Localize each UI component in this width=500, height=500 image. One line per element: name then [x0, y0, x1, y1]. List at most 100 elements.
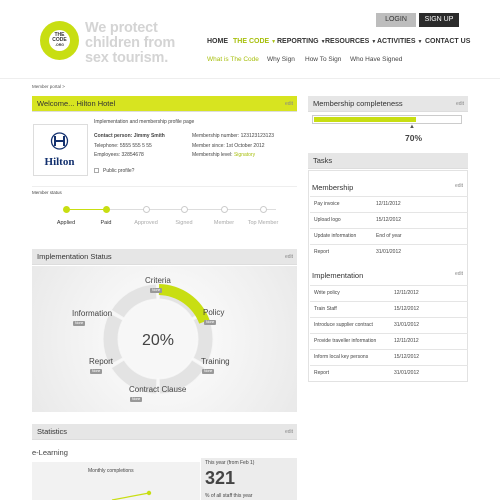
- nav-contact-us[interactable]: CONTACT US: [425, 38, 470, 45]
- status-track-progress: [66, 209, 106, 210]
- statistics-header: Statistics edit: [32, 424, 297, 440]
- status-step-label: Applied: [56, 220, 76, 226]
- welcome-title: Welcome... Hilton Hotel: [37, 99, 116, 108]
- completeness-bar-track: [312, 115, 462, 124]
- segment-status-badge: None: [90, 369, 103, 374]
- task-name: Write policy: [314, 290, 340, 296]
- segment-status-badge: None: [204, 320, 217, 325]
- segment-label: Training: [201, 357, 230, 366]
- welcome-edit-link[interactable]: edit: [285, 96, 293, 112]
- task-row[interactable]: Report 31/01/2012: [310, 244, 468, 259]
- statistics-title: Statistics: [37, 427, 68, 436]
- implementation-header: Implementation Status edit: [32, 249, 297, 265]
- segment-label: Contract Clause: [129, 385, 187, 394]
- monthly-chart: [111, 490, 152, 500]
- task-row[interactable]: Write policy 12/11/2012: [310, 285, 468, 300]
- hilton-logo: Hilton: [41, 131, 78, 168]
- status-step-dot: [142, 206, 150, 213]
- task-name: Update information: [314, 233, 357, 239]
- completeness-edit-link[interactable]: edit: [456, 96, 464, 112]
- completeness-header: Membership completeness edit: [308, 96, 468, 112]
- completeness-value: 70%: [405, 133, 423, 143]
- employees: Employees: 32854678: [94, 152, 144, 158]
- segment-status-badge: None: [150, 288, 163, 293]
- nav-the-code[interactable]: THE CODE ▼: [233, 38, 276, 45]
- task-name: Report: [314, 370, 330, 376]
- chevron-down-icon: ▼: [371, 39, 377, 45]
- task-due-date: 12/11/2012: [376, 201, 401, 207]
- task-name: Upload logo: [314, 217, 341, 223]
- task-name: Report: [314, 249, 330, 255]
- task-row[interactable]: Inform local key persons 15/12/2012: [310, 349, 468, 364]
- status-step-dot: [102, 206, 110, 213]
- membership-level-value: Signatory: [233, 152, 256, 158]
- segment-status-badge: None: [202, 369, 215, 374]
- nav-resources[interactable]: RESOURCES ▼: [325, 38, 376, 45]
- task-row[interactable]: Train Staff 15/12/2012: [310, 301, 468, 316]
- tasks-implementation-edit-link[interactable]: edit: [455, 271, 463, 277]
- subnav-what-is-the-code[interactable]: What is The Code: [207, 56, 259, 63]
- task-row[interactable]: Pay invoice 12/11/2012: [310, 196, 468, 211]
- welcome-header: Welcome... Hilton Hotel edit: [32, 96, 297, 112]
- status-step-label: Signed: [175, 220, 193, 226]
- monthly-point: [146, 490, 152, 496]
- segment-label: Information: [72, 309, 113, 318]
- task-name: Provide traveller information: [314, 338, 377, 344]
- subnav-why-sign[interactable]: Why Sign: [267, 56, 295, 63]
- implementation-edit-link[interactable]: edit: [285, 249, 293, 265]
- membership-level: Membership level: Signatory: [192, 152, 255, 158]
- year-stats-label: This year (from Feb 1): [205, 460, 255, 466]
- tasks-membership-edit-link[interactable]: edit: [455, 183, 463, 189]
- member-since: Member since: 1st October 2012: [192, 143, 265, 149]
- nav-reporting[interactable]: REPORTING ▼: [277, 38, 326, 45]
- member-status-label: Member status: [32, 190, 62, 195]
- tagline: We protect children from sex tourism.: [85, 20, 176, 66]
- logo-line-3: .ORG: [55, 43, 64, 47]
- segment-status-badge: None: [130, 397, 143, 402]
- welcome-subtitle: Implementation and membership profile pa…: [94, 119, 195, 125]
- breadcrumb[interactable]: Member portal >: [32, 84, 65, 89]
- tasks-membership-title: Membership: [312, 183, 354, 192]
- status-step-dot: [220, 206, 228, 213]
- subnav-how-to-sign[interactable]: How To Sign: [305, 56, 341, 63]
- public-profile-checkbox[interactable]: [94, 168, 99, 173]
- nav-home[interactable]: HOME: [207, 38, 228, 45]
- task-due-date: 12/11/2012: [394, 338, 419, 344]
- segment-label: Report: [89, 357, 114, 366]
- segment-label: Policy: [203, 308, 225, 317]
- tasks-implementation-title: Implementation: [312, 271, 364, 280]
- public-profile-label: Public profile?: [103, 168, 135, 174]
- task-row[interactable]: Report 31/01/2012: [310, 365, 468, 380]
- status-step-dot: [259, 206, 267, 213]
- elearning-heading: e-Learning: [32, 448, 68, 457]
- nav-reporting-label: REPORTING: [277, 38, 319, 45]
- telephone: Telephone: 5555 555 5 55: [94, 143, 152, 149]
- task-row[interactable]: Update information End of year: [310, 228, 468, 243]
- statistics-edit-link[interactable]: edit: [285, 424, 293, 440]
- membership-level-label: Membership level:: [192, 152, 233, 158]
- task-due-date: 31/01/2012: [376, 249, 402, 255]
- task-row[interactable]: Introduce supplier contract 31/01/2012: [310, 317, 468, 332]
- task-row[interactable]: Upload logo 15/12/2012: [310, 212, 468, 227]
- nav-activities[interactable]: ACTIVITIES ▼: [377, 38, 422, 45]
- nav-home-label: HOME: [207, 38, 228, 45]
- status-divider: [32, 186, 297, 187]
- segment-status-badge: None: [73, 321, 86, 326]
- task-row[interactable]: Provide traveller information 12/11/2012: [310, 333, 468, 348]
- login-button[interactable]: LOGIN: [376, 13, 416, 27]
- status-step-label: Approved: [134, 220, 158, 226]
- tasks-title: Tasks: [313, 156, 333, 165]
- signup-button[interactable]: SIGN UP: [419, 13, 459, 27]
- status-step-dot: [62, 206, 70, 213]
- status-step-dot: [180, 206, 188, 213]
- task-due-date: 31/01/2012: [394, 322, 420, 328]
- task-due-date: 15/12/2012: [394, 354, 420, 360]
- hilton-logo-text: Hilton: [44, 156, 75, 168]
- monthly-series-line: [111, 492, 150, 500]
- subnav-who-have-signed[interactable]: Who Have Signed: [350, 56, 402, 63]
- tasks-header: Tasks: [308, 153, 468, 169]
- task-due-date: 31/01/2012: [394, 370, 420, 376]
- status-step-label: Paid: [100, 220, 112, 226]
- segment-label: Criteria: [145, 276, 171, 285]
- task-name: Introduce supplier contract: [314, 322, 373, 328]
